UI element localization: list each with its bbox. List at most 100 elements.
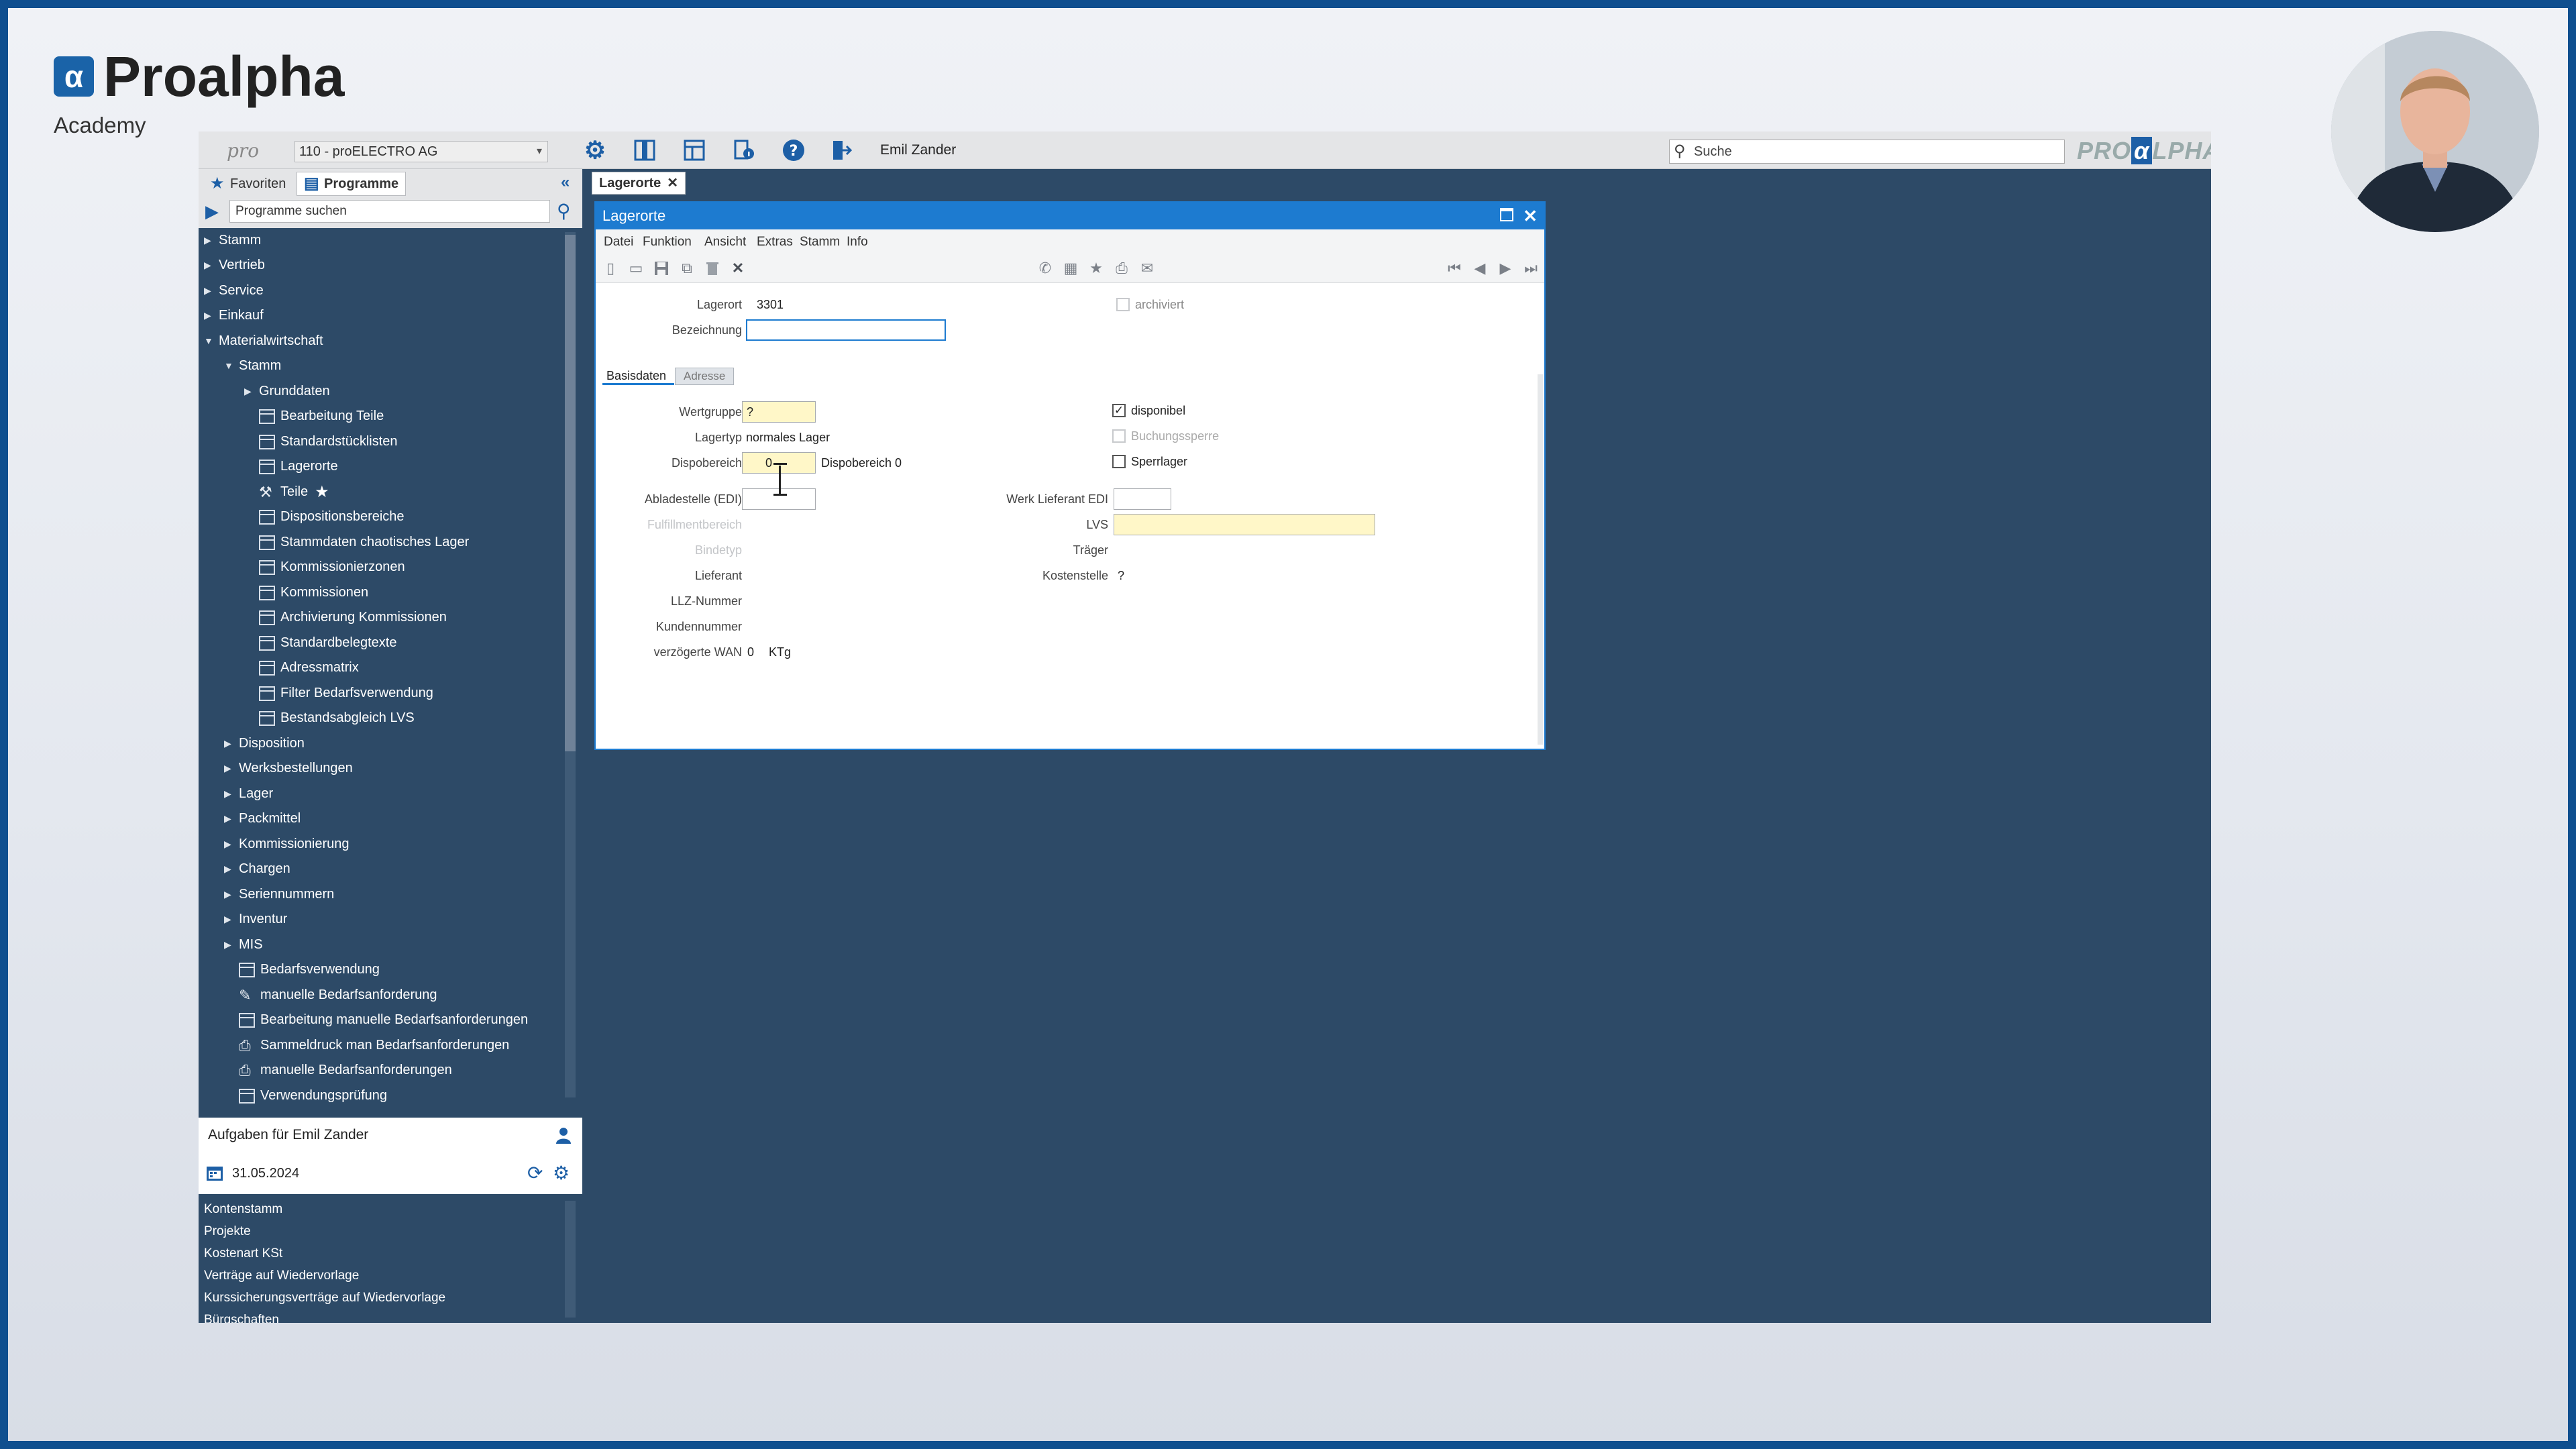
tree-item-label: Einkauf bbox=[219, 308, 264, 323]
tree-item-werksbestellungen[interactable]: ▶ Werksbestellungen bbox=[224, 756, 353, 781]
refresh-icon[interactable]: ⟳ bbox=[527, 1162, 543, 1184]
tree-item-standardbelegtexte[interactable]: Standardbelegtexte bbox=[259, 631, 396, 655]
tree-item-materialwirtschaft[interactable]: ▼ Materialwirtschaft bbox=[204, 329, 323, 354]
tree-scrollbar-thumb[interactable] bbox=[565, 235, 576, 751]
lvs-field[interactable] bbox=[1114, 514, 1375, 535]
previous-record-icon[interactable]: ◀ bbox=[1470, 259, 1489, 278]
sperrlager-checkbox[interactable] bbox=[1112, 455, 1126, 468]
tree-item-einkauf[interactable]: ▶ Einkauf bbox=[204, 303, 264, 328]
task-item[interactable]: Projekte bbox=[204, 1220, 251, 1242]
company-select[interactable]: 110 - proELECTRO AG ▾ bbox=[294, 141, 548, 162]
tree-item-lager[interactable]: ▶ Lager bbox=[224, 782, 273, 806]
tree-item-bearbeitung-teile[interactable]: Bearbeitung Teile bbox=[259, 404, 384, 429]
menu-stamm[interactable]: Stamm bbox=[800, 235, 840, 250]
next-record-icon[interactable]: ▶ bbox=[1496, 259, 1515, 278]
run-program-icon[interactable]: ▶ bbox=[205, 201, 219, 222]
program-search-icon[interactable]: ⚲ bbox=[557, 200, 571, 222]
tree-item-archivierung-kommissionen[interactable]: Archivierung Kommissionen bbox=[259, 605, 447, 630]
open-folder-icon[interactable]: ▭ bbox=[627, 259, 645, 278]
gear-icon[interactable]: ⚙ bbox=[553, 1162, 570, 1184]
task-item[interactable]: Verträge auf Wiedervorlage bbox=[204, 1265, 359, 1287]
tree-item-dispositionsbereiche[interactable]: Dispositionsbereiche bbox=[259, 504, 405, 529]
phone-icon[interactable]: ✆ bbox=[1036, 259, 1055, 278]
tree-item-stammdaten-chaotisches-lager[interactable]: Stammdaten chaotisches Lager bbox=[259, 530, 469, 555]
help-icon[interactable]: ? bbox=[780, 136, 808, 164]
delete-icon[interactable] bbox=[703, 259, 722, 278]
disponibel-checkbox[interactable]: ✓ bbox=[1112, 404, 1126, 417]
tree-item-inventur[interactable]: ▶ Inventur bbox=[224, 907, 287, 932]
menu-ansicht[interactable]: Ansicht bbox=[704, 235, 746, 250]
menu-info[interactable]: Info bbox=[847, 235, 868, 250]
collapse-sidebar-icon[interactable]: « bbox=[561, 173, 570, 192]
maximize-icon[interactable] bbox=[1500, 208, 1513, 221]
task-item[interactable]: Kurssicherungsverträge auf Wiedervorlage bbox=[204, 1287, 445, 1309]
tab-basisdaten[interactable]: Basisdaten bbox=[602, 366, 675, 385]
tasks-title: Aufgaben für Emil Zander bbox=[208, 1127, 369, 1142]
tree-item-manuelle-bedarfsanforderung[interactable]: ✎ manuelle Bedarfsanforderung bbox=[239, 983, 437, 1008]
layout-columns-icon[interactable] bbox=[631, 136, 659, 164]
task-item[interactable]: Kostenart KSt bbox=[204, 1242, 282, 1265]
tree-item-bestandsabgleich-lvs[interactable]: Bestandsabgleich LVS bbox=[259, 706, 415, 731]
tree-item-vertrieb[interactable]: ▶ Vertrieb bbox=[204, 253, 265, 278]
close-tab-icon[interactable]: ✕ bbox=[667, 172, 678, 194]
tree-item-service[interactable]: ▶ Service bbox=[204, 278, 264, 303]
program-icon bbox=[259, 635, 275, 651]
tree-item-packmittel[interactable]: ▶ Packmittel bbox=[224, 806, 301, 831]
tree-item-chargen[interactable]: ▶ Chargen bbox=[224, 857, 290, 881]
tree-item-stamm[interactable]: ▶ Stamm bbox=[204, 228, 261, 253]
tree-item-filter-bedarfsverwendung[interactable]: Filter Bedarfsverwendung bbox=[259, 681, 433, 706]
tree-item-sammeldruck[interactable]: ⎙ Sammeldruck man Bedarfsanforderungen bbox=[239, 1033, 509, 1058]
user-icon[interactable] bbox=[554, 1126, 573, 1149]
program-icon bbox=[259, 459, 275, 474]
tree-item-seriennummern[interactable]: ▶ Seriennummern bbox=[224, 882, 334, 907]
global-search-input[interactable]: ⚲ Suche bbox=[1669, 140, 2065, 164]
copy-icon[interactable]: ⧉ bbox=[678, 259, 696, 278]
save-icon[interactable] bbox=[652, 259, 671, 278]
favorite-star-icon[interactable]: ★ bbox=[315, 480, 329, 504]
menu-datei[interactable]: Datei bbox=[604, 235, 633, 250]
close-window-icon[interactable]: ✕ bbox=[1523, 203, 1538, 229]
last-record-icon[interactable]: ⏭ bbox=[1521, 259, 1540, 278]
document-info-icon[interactable] bbox=[730, 136, 758, 164]
tree-item-disposition[interactable]: ▶ Disposition bbox=[224, 731, 305, 756]
calendar-icon[interactable] bbox=[205, 1163, 224, 1187]
mail-icon[interactable]: ✉ bbox=[1138, 259, 1157, 278]
tree-item-mis[interactable]: ▶ MIS bbox=[224, 932, 263, 957]
logout-icon[interactable] bbox=[828, 136, 856, 164]
program-search-input[interactable]: Programme suchen bbox=[229, 200, 550, 223]
layout-grid-icon[interactable] bbox=[680, 136, 708, 164]
tree-item-manuelle-bedarfsanforderungen[interactable]: ⎙ manuelle Bedarfsanforderungen bbox=[239, 1058, 452, 1083]
tree-item-kommissionierung[interactable]: ▶ Kommissionierung bbox=[224, 832, 350, 857]
tree-item-standardstuecklisten[interactable]: Standardstücklisten bbox=[259, 429, 398, 454]
tree-item-lagerorte[interactable]: Lagerorte bbox=[259, 454, 338, 479]
tree-item-stamm-sub[interactable]: ▼ Stamm bbox=[224, 354, 281, 378]
tree-item-teile[interactable]: ⚒ Teile ★ bbox=[259, 480, 329, 504]
menu-extras[interactable]: Extras bbox=[757, 235, 793, 250]
tree-item-verwendungspruefung[interactable]: Verwendungsprüfung bbox=[239, 1083, 387, 1108]
tree-item-kommissionen[interactable]: Kommissionen bbox=[259, 580, 368, 605]
task-list-scrollbar[interactable] bbox=[565, 1201, 576, 1318]
tab-adresse[interactable]: Adresse bbox=[675, 368, 735, 385]
task-item[interactable]: Kontenstamm bbox=[204, 1198, 282, 1220]
tree-item-grunddaten[interactable]: ▶ Grunddaten bbox=[244, 379, 330, 404]
werk-lieferant-edi-field[interactable] bbox=[1114, 488, 1171, 510]
menu-funktion[interactable]: Funktion bbox=[643, 235, 692, 250]
print-icon[interactable]: ⎙ bbox=[1112, 259, 1131, 278]
tree-item-kommissionierzonen[interactable]: Kommissionierzonen bbox=[259, 555, 405, 580]
bezeichnung-field[interactable] bbox=[746, 319, 946, 341]
tab-lagerorte[interactable]: Lagerorte ✕ bbox=[592, 172, 686, 195]
new-document-icon[interactable]: ▯ bbox=[601, 259, 620, 278]
tree-item-bedarfsverwendung[interactable]: Bedarfsverwendung bbox=[239, 957, 380, 982]
tree-item-adressmatrix[interactable]: Adressmatrix bbox=[259, 655, 359, 680]
tree-item-bearbeitung-manuelle-bedarfsanforderungen[interactable]: Bearbeitung manuelle Bedarfsanforderunge… bbox=[239, 1008, 528, 1032]
tab-favoriten[interactable]: ★ Favoriten bbox=[203, 172, 293, 196]
calendar-icon[interactable]: ▦ bbox=[1061, 259, 1080, 278]
form-scrollbar[interactable] bbox=[1538, 374, 1543, 745]
favorite-star-icon[interactable]: ★ bbox=[1087, 259, 1106, 278]
wertgruppe-field[interactable]: ? bbox=[742, 401, 816, 423]
settings-gear-icon[interactable]: ⚙ bbox=[581, 136, 609, 164]
tab-programme[interactable]: ▤ Programme bbox=[297, 172, 407, 196]
first-record-icon[interactable]: ⏮ bbox=[1445, 259, 1464, 278]
cancel-icon[interactable]: ✕ bbox=[729, 259, 747, 278]
task-item[interactable]: Bürgschaften bbox=[204, 1309, 279, 1323]
